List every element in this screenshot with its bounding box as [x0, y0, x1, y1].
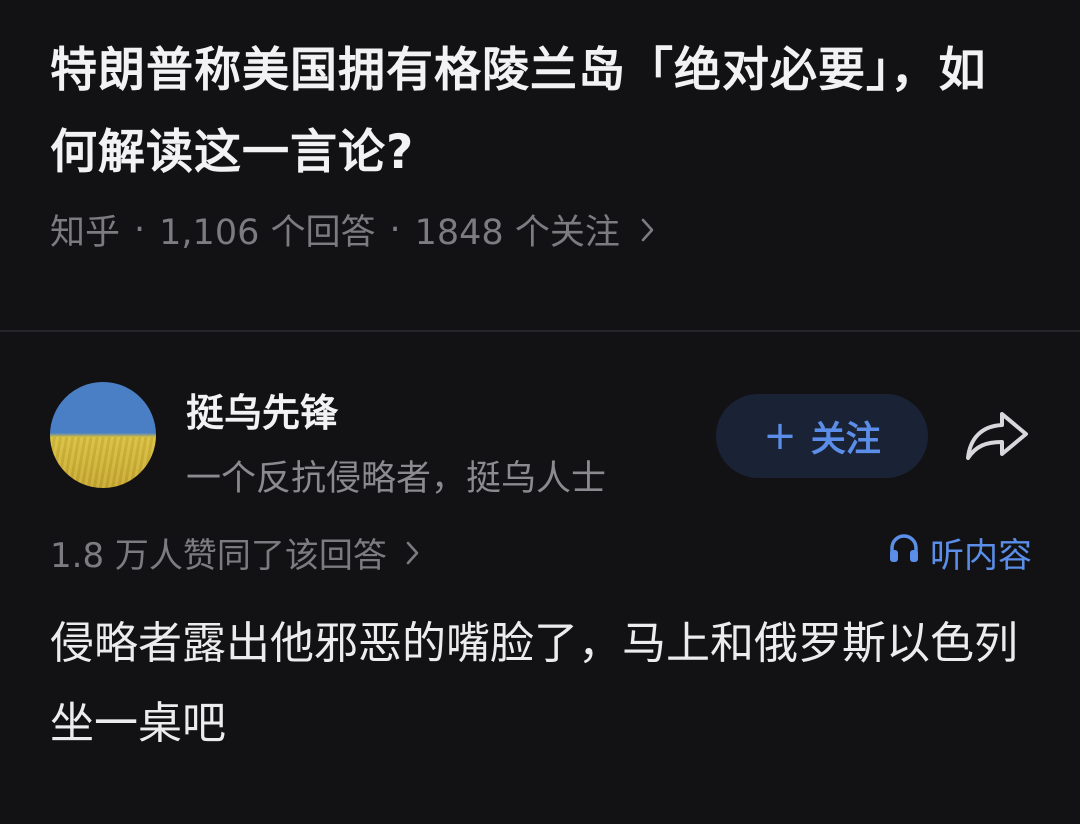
listen-button[interactable]: 听内容 [886, 528, 1032, 577]
plus-icon: + [763, 413, 797, 459]
author-bio: 一个反抗侵略者，挺乌人士 [186, 459, 607, 499]
section-divider [0, 330, 1080, 332]
question-header: 特朗普称美国拥有格陵兰岛「绝对必要」，如何解读这一言论? 知乎 · 1,106 … [50, 30, 1010, 255]
question-title[interactable]: 特朗普称美国拥有格陵兰岛「绝对必要」，如何解读这一言论? [50, 30, 1010, 194]
answers-count: 1,106 个回答 [159, 213, 376, 253]
follow-label: 关注 [810, 419, 881, 460]
author-name[interactable]: 挺乌先锋 [186, 382, 338, 437]
avatar[interactable] [50, 382, 156, 488]
follow-button[interactable]: + 关注 [716, 394, 928, 478]
meta-separator: · [134, 209, 146, 250]
followers-count: 1848 个关注 [414, 213, 620, 253]
chevron-right-icon [405, 539, 421, 567]
headphones-icon [886, 530, 922, 575]
listen-label: 听内容 [930, 536, 1032, 576]
meta-separator: · [389, 209, 401, 250]
avatar-wheat-field [50, 437, 156, 488]
chevron-right-icon [640, 216, 656, 244]
upvote-stats[interactable]: 1.8 万人赞同了该回答 [50, 528, 421, 577]
answer-content[interactable]: 侵略者露出他邪恶的嘴脸了，马上和俄罗斯以色列坐一桌吧 [50, 604, 1040, 764]
source-label: 知乎 [50, 213, 121, 253]
share-arrow-icon[interactable] [962, 408, 1032, 466]
question-meta[interactable]: 知乎 · 1,106 个回答 · 1848 个关注 [50, 204, 1010, 255]
upvote-stats-text: 1.8 万人赞同了该回答 [50, 536, 387, 576]
